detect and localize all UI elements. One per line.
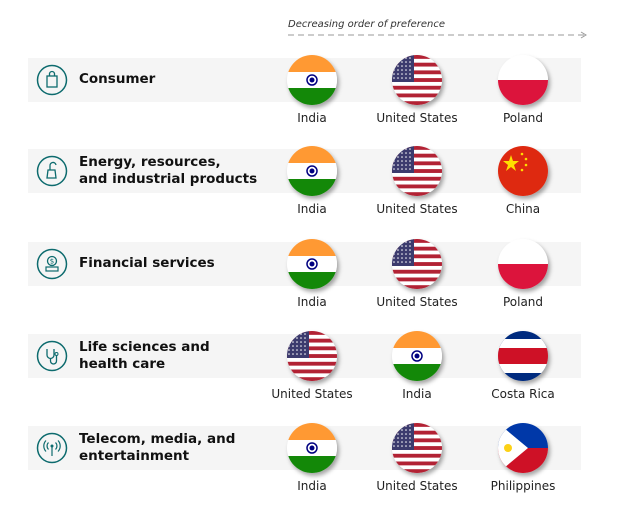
svg-text:$: $ (50, 258, 54, 266)
sector-title: Consumer (79, 71, 156, 87)
country-label: India (297, 202, 327, 216)
country-label: Philippines (490, 479, 556, 493)
sector-title: Financial services (79, 255, 215, 271)
flag-india-icon (287, 55, 337, 105)
country-label: Poland (502, 111, 544, 125)
flag-india-icon (392, 331, 442, 381)
flag-united-states-icon (392, 239, 442, 289)
preference-order-label: Decreasing order of preference (288, 19, 445, 30)
country-label: India (297, 111, 327, 125)
country-label: United States (376, 479, 458, 493)
stethoscope-icon (36, 340, 68, 372)
flag-united-states-icon (392, 55, 442, 105)
sector-title: Telecom, media, and entertainment (79, 431, 236, 464)
money-icon: $ (36, 248, 68, 280)
shopping-bag-icon (36, 64, 68, 96)
flag-costa-rica-icon (498, 331, 548, 381)
flag-united-states-icon (392, 146, 442, 196)
flag-india-icon (287, 239, 337, 289)
country-label: United States (376, 202, 458, 216)
factory-icon (36, 155, 68, 187)
sector-title: Energy, resources, and industrial product… (79, 154, 258, 187)
flag-india-icon (287, 146, 337, 196)
country-label: China (505, 202, 541, 216)
country-label: India (297, 479, 327, 493)
flag-united-states-icon (287, 331, 337, 381)
country-label: Costa Rica (491, 387, 555, 401)
country-label: United States (376, 111, 458, 125)
flag-china-icon (498, 146, 548, 196)
country-label: India (402, 387, 432, 401)
flag-united-states-icon (392, 423, 442, 473)
flag-poland-icon (498, 239, 548, 289)
country-label: Poland (502, 295, 544, 309)
country-label: United States (271, 387, 353, 401)
flag-india-icon (287, 423, 337, 473)
preference-arrow (288, 31, 587, 39)
country-label: United States (376, 295, 458, 309)
sector-title: Life sciences and health care (79, 339, 210, 372)
antenna-icon (36, 432, 68, 464)
flag-philippines-icon (498, 423, 548, 473)
flag-poland-icon (498, 55, 548, 105)
country-label: India (297, 295, 327, 309)
